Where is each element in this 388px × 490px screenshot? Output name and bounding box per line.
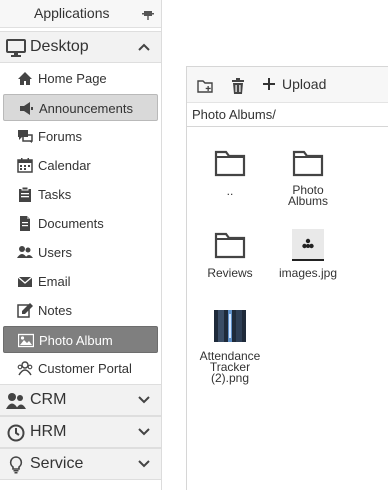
customers-icon: [17, 361, 33, 376]
sidebar-item-notes[interactable]: Notes: [3, 297, 158, 324]
monitor-icon: [6, 39, 26, 57]
trash-icon[interactable]: [229, 77, 247, 95]
sidebar-item-label: Calendar: [38, 158, 91, 173]
file-caption: Photo Albums: [287, 183, 328, 208]
chevron-down-icon: [138, 460, 150, 468]
megaphone-icon: [20, 102, 33, 115]
new-folder-icon[interactable]: [197, 77, 215, 95]
user-group-icon: [6, 393, 26, 409]
breadcrumb-path: Photo Albums/: [192, 107, 276, 122]
lightbulb-icon: [9, 456, 23, 474]
image-thumbnail: [292, 229, 324, 261]
envelope-icon: [17, 276, 33, 287]
file-tile-reviews[interactable]: Reviews: [192, 229, 268, 279]
file-caption: Attendance Tracker (2).png: [199, 349, 261, 385]
sidebar-item-calendar[interactable]: Calendar: [3, 152, 158, 179]
folder-icon: [292, 150, 324, 177]
sidebar-item-home-page[interactable]: Home Page: [3, 65, 158, 92]
group-service[interactable]: Service: [0, 448, 161, 480]
applications-header: Applications: [0, 0, 161, 28]
file-tile-photo-albums[interactable]: Photo Albums: [270, 147, 346, 207]
file-caption: Reviews: [207, 266, 253, 280]
group-desktop[interactable]: Desktop: [0, 31, 161, 63]
file-caption: ..: [226, 184, 234, 198]
file-tile-parent[interactable]: ..: [192, 147, 268, 197]
clipboard-icon: [19, 187, 31, 202]
sidebar-item-label: Photo Album: [39, 333, 113, 348]
sidebar-item-email[interactable]: Email: [3, 268, 158, 295]
sidebar-item-label: Forums: [38, 129, 83, 144]
group-desktop-label: Desktop: [30, 38, 89, 55]
sidebar-item-documents[interactable]: Documents: [3, 210, 158, 237]
chevron-down-icon: [138, 396, 150, 404]
sidebar-item-label: Notes: [38, 303, 72, 318]
sidebar-item-label: Email: [38, 274, 71, 289]
sidebar-item-forums[interactable]: Forums: [3, 123, 158, 150]
sidebar-item-label: Users: [38, 245, 72, 260]
sidebar-item-label: Customer Portal: [38, 361, 132, 376]
file-tile-images-jpg[interactable]: images.jpg: [270, 229, 346, 279]
sidebar-item-label: Announcements: [39, 101, 133, 116]
home-icon: [18, 72, 32, 85]
clock-icon: [7, 424, 25, 442]
pin-icon[interactable]: [141, 7, 155, 21]
applications-title: Applications: [34, 5, 110, 21]
group-crm-label: CRM: [30, 391, 67, 408]
document-icon: [20, 216, 30, 231]
breadcrumb: Photo Albums/: [187, 103, 388, 127]
users-icon: [17, 246, 33, 258]
sidebar-item-tasks[interactable]: Tasks: [3, 181, 158, 208]
image-icon: [18, 333, 34, 348]
file-caption: images.jpg: [278, 266, 338, 280]
calendar-icon: [17, 158, 33, 173]
chevron-up-icon: [138, 43, 150, 51]
edit-note-icon: [17, 303, 33, 318]
image-thumbnail: [214, 310, 246, 342]
group-crm[interactable]: CRM: [0, 384, 161, 416]
group-service-label: Service: [30, 455, 84, 472]
group-hrm[interactable]: HRM: [0, 416, 161, 448]
sidebar: Applications Desktop Home Page Announcem…: [0, 0, 162, 490]
chat-bubbles-icon: [18, 130, 33, 143]
upload-label: Upload: [282, 76, 327, 92]
chevron-down-icon: [138, 428, 150, 436]
sidebar-item-label: Tasks: [38, 187, 72, 202]
sidebar-item-customer-portal[interactable]: Customer Portal: [3, 355, 158, 382]
file-manager-panel: Upload Photo Albums/ .. Photo Albums Rev…: [186, 66, 388, 490]
group-hrm-label: HRM: [30, 423, 67, 440]
file-toolbar: Upload: [187, 67, 388, 103]
file-tile-attendance-tracker[interactable]: Attendance Tracker (2).png: [192, 310, 268, 390]
sidebar-item-photo-album[interactable]: Photo Album: [3, 326, 158, 353]
sidebar-item-announcements[interactable]: Announcements: [3, 94, 158, 121]
sidebar-item-label: Documents: [38, 216, 104, 231]
folder-icon: [214, 150, 246, 177]
plus-icon: [263, 78, 275, 90]
sidebar-item-label: Home Page: [38, 71, 107, 86]
sidebar-item-users[interactable]: Users: [3, 239, 158, 266]
folder-icon: [214, 232, 246, 259]
